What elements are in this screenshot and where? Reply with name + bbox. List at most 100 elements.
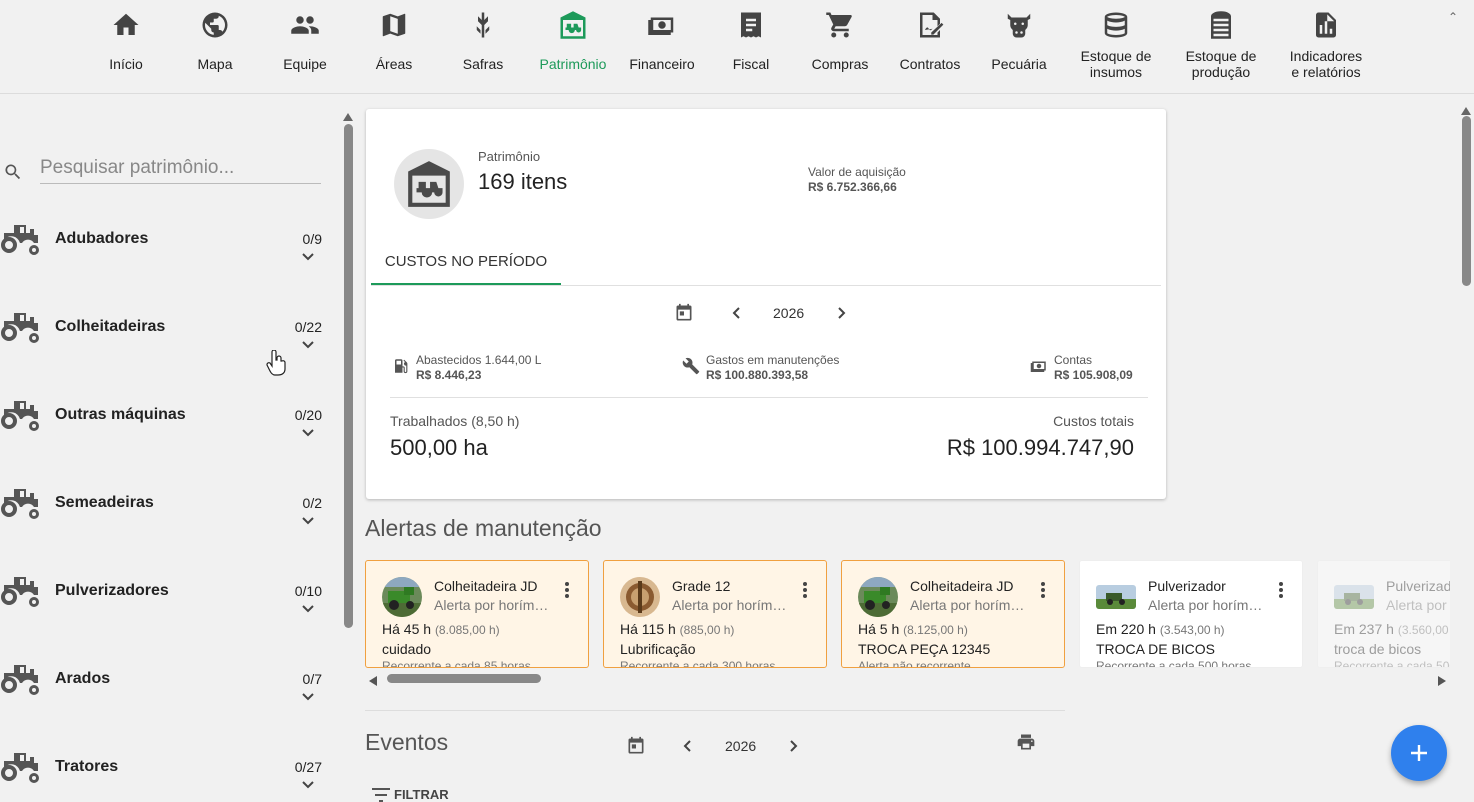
nav-contratos[interactable]: Contratos xyxy=(880,8,980,88)
search-input[interactable] xyxy=(40,152,321,184)
nav-label: Equipe xyxy=(283,56,327,72)
alert-subtitle: Alerta por horímetro xyxy=(434,597,554,613)
report-icon xyxy=(1309,8,1343,42)
alert-hours: (3.560,00 h) xyxy=(1397,623,1450,637)
nav-label: Estoque de insumos xyxy=(1080,48,1152,80)
nav-estoque-insumos[interactable]: Estoque de insumos xyxy=(1066,8,1166,88)
events-divider xyxy=(365,710,1065,711)
scroll-up-icon[interactable] xyxy=(343,108,353,121)
add-button[interactable] xyxy=(1391,725,1447,781)
alert-time: Em 220 h (3.543,00 h) xyxy=(1096,621,1225,637)
scrollbar-thumb[interactable] xyxy=(344,124,353,628)
filter-button[interactable]: FILTRAR xyxy=(372,787,449,802)
events-year-prev-button[interactable] xyxy=(680,738,696,754)
nav-label: Estoque de produção xyxy=(1185,48,1257,80)
scrollbar-thumb[interactable] xyxy=(1462,116,1471,286)
more-vert-icon[interactable] xyxy=(1040,581,1046,599)
alert-hours: (3.543,00 h) xyxy=(1159,623,1225,637)
year-next-button[interactable] xyxy=(833,305,849,321)
calendar-icon[interactable] xyxy=(674,303,694,323)
sidebar-scrollbar[interactable] xyxy=(341,100,355,800)
calendar-icon[interactable] xyxy=(626,736,646,756)
nav-label: Pecuária xyxy=(991,56,1047,72)
category-semeadeiras[interactable]: Semeadeiras 0/2 xyxy=(0,485,330,555)
chevron-down-icon[interactable] xyxy=(300,777,316,793)
nav-equipe[interactable]: Equipe xyxy=(255,8,355,88)
scroll-up-icon[interactable] xyxy=(1461,102,1471,115)
chevron-down-icon[interactable] xyxy=(300,601,316,617)
nav-label: Áreas xyxy=(375,56,413,72)
alert-time-value: Há 115 h xyxy=(620,621,676,637)
nav-safras[interactable]: Safras xyxy=(433,8,533,88)
alert-time-value: Há 5 h xyxy=(858,621,900,637)
collapse-nav-button[interactable]: ⌃ xyxy=(1448,10,1458,24)
alert-time-value: Em 237 h xyxy=(1334,621,1394,637)
nav-fiscal[interactable]: Fiscal xyxy=(701,8,801,88)
machine-photo xyxy=(1096,585,1136,609)
nav-pecuaria[interactable]: Pecuária xyxy=(969,8,1069,88)
wheat-icon xyxy=(466,8,500,42)
alert-recurrence: Recorrente a cada 300 horas xyxy=(620,659,776,668)
category-arados[interactable]: Arados 0/7 xyxy=(0,661,330,731)
wrench-icon xyxy=(682,357,700,375)
category-pulverizadores[interactable]: Pulverizadores 0/10 xyxy=(0,573,330,643)
nav-compras[interactable]: Compras xyxy=(790,8,890,88)
alert-subtitle: Alerta por horímetro xyxy=(1386,597,1450,613)
scroll-right-icon[interactable] xyxy=(1438,673,1446,686)
alerts-scrollbar[interactable] xyxy=(365,669,1450,687)
machine-photo xyxy=(1334,585,1374,609)
chevron-down-icon[interactable] xyxy=(300,425,316,441)
alert-title: Pulverizador xyxy=(1148,578,1226,594)
category-count: 0/7 xyxy=(302,671,322,687)
patrimonio-label: Patrimônio xyxy=(478,149,541,164)
tractor-barn-icon xyxy=(408,161,450,207)
scrollbar-thumb[interactable] xyxy=(387,674,541,683)
summary-card: Patrimônio 169 itens Valor de aquisição … xyxy=(366,109,1166,499)
alert-recurrence: Recorrente a cada 500 horas xyxy=(1334,659,1450,668)
alert-time-value: Em 220 h xyxy=(1096,621,1156,637)
print-icon[interactable] xyxy=(1016,732,1036,752)
main-scrollbar[interactable] xyxy=(1459,96,1473,802)
chevron-down-icon[interactable] xyxy=(300,249,316,265)
alert-card[interactable]: Colheitadeira JD Alerta por horímetro Há… xyxy=(365,560,589,668)
chevron-down-icon[interactable] xyxy=(300,513,316,529)
events-year-next-button[interactable] xyxy=(785,738,801,754)
receipt-icon xyxy=(734,8,768,42)
events-title: Eventos xyxy=(365,729,449,755)
nav-indicadores[interactable]: Indicadores e relatórios xyxy=(1276,8,1376,88)
nav-patrimonio[interactable]: Patrimônio xyxy=(523,8,623,88)
worked-value: 500,00 ha xyxy=(390,435,488,460)
chevron-down-icon[interactable] xyxy=(300,689,316,705)
chevron-down-icon[interactable] xyxy=(300,337,316,353)
nav-financeiro[interactable]: Financeiro xyxy=(612,8,712,88)
alert-title: Colheitadeira JD xyxy=(434,578,538,594)
tractor-icon xyxy=(0,749,42,783)
nav-label: Indicadores e relatórios xyxy=(1289,48,1363,80)
category-count: 0/22 xyxy=(294,319,322,335)
alert-card[interactable]: Colheitadeira JD Alerta por horímetro Há… xyxy=(841,560,1065,668)
more-vert-icon[interactable] xyxy=(1278,581,1284,599)
nav-inicio[interactable]: Início xyxy=(76,8,176,88)
alert-time: Há 5 h (8.125,00 h) xyxy=(858,621,968,637)
nav-estoque-producao[interactable]: Estoque de produção xyxy=(1171,8,1271,88)
database-icon xyxy=(1099,8,1133,42)
nav-areas[interactable]: Áreas xyxy=(344,8,444,88)
category-adubadores[interactable]: Adubadores 0/9 xyxy=(0,221,330,291)
year-prev-button[interactable] xyxy=(729,305,745,321)
maintenance-label: Gastos em manutenções xyxy=(706,353,840,367)
category-outras-maquinas[interactable]: Outras máquinas 0/20 xyxy=(0,397,330,467)
stat-divider xyxy=(390,397,1148,398)
alert-card[interactable]: Pulverizador Alerta por horímetro Em 220… xyxy=(1079,560,1303,668)
nav-mapa[interactable]: Mapa xyxy=(165,8,265,88)
alert-card[interactable]: Grade 12 Alerta por horímetro Há 115 h (… xyxy=(603,560,827,668)
cash-icon xyxy=(1030,357,1048,375)
alert-card[interactable]: Pulverizador Alerta por horímetro Em 237… xyxy=(1317,560,1450,668)
more-vert-icon[interactable] xyxy=(564,581,570,599)
scroll-left-icon[interactable] xyxy=(369,673,377,686)
tab-custos-periodo[interactable]: CUSTOS NO PERÍODO xyxy=(371,239,561,285)
patrimonio-avatar xyxy=(394,149,464,219)
alert-subtitle: Alerta por horímetro xyxy=(672,597,792,613)
category-name: Tratores xyxy=(55,758,119,775)
more-vert-icon[interactable] xyxy=(802,581,808,599)
category-tratores[interactable]: Tratores 0/27 xyxy=(0,749,330,802)
